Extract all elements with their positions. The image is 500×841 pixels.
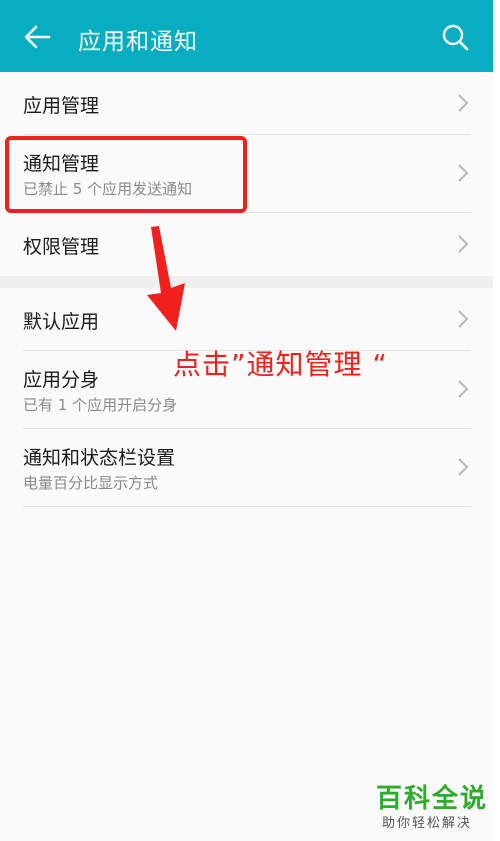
chevron-right-icon [458,380,469,398]
settings-item-title: 通知和状态栏设置 [23,447,176,469]
chevron-right-icon [458,458,469,476]
settings-item-default-apps[interactable]: 默认应用 [0,288,493,350]
settings-item-app-management[interactable]: 应用管理 [0,72,493,134]
section-gap [0,276,493,288]
settings-item-title: 默认应用 [23,311,100,333]
watermark-logo: 百科全说 [376,784,489,814]
app-bar: 应用和通知 [0,0,493,72]
chevron-right-icon [458,94,469,112]
red-arrow-icon [147,226,185,331]
settings-item-subtitle: 已有 1 个应用开启分身 [23,396,178,414]
annotation-text: 点击”通知管理 “ [173,348,388,381]
settings-item-permission-management[interactable]: 权限管理 [0,213,493,276]
settings-item-subtitle: 电量百分比显示方式 [23,474,159,492]
chevron-right-icon [458,235,469,253]
page-title: 应用和通知 [78,29,198,55]
arrow-left-icon [24,25,51,49]
settings-item-title: 应用管理 [23,95,100,117]
search-icon [442,24,469,51]
settings-item-title: 应用分身 [23,369,100,391]
highlight-box [5,136,247,213]
watermark-slogan: 助你轻松解决 [382,816,473,831]
divider [23,506,471,507]
settings-item-title: 权限管理 [23,236,100,258]
settings-item-notification-statusbar[interactable]: 通知和状态栏设置 电量百分比显示方式 [0,429,493,506]
back-button[interactable] [22,22,52,52]
chevron-right-icon [458,310,469,328]
chevron-right-icon [458,164,469,182]
right-edge-strip [493,0,500,841]
search-button[interactable] [440,22,470,52]
